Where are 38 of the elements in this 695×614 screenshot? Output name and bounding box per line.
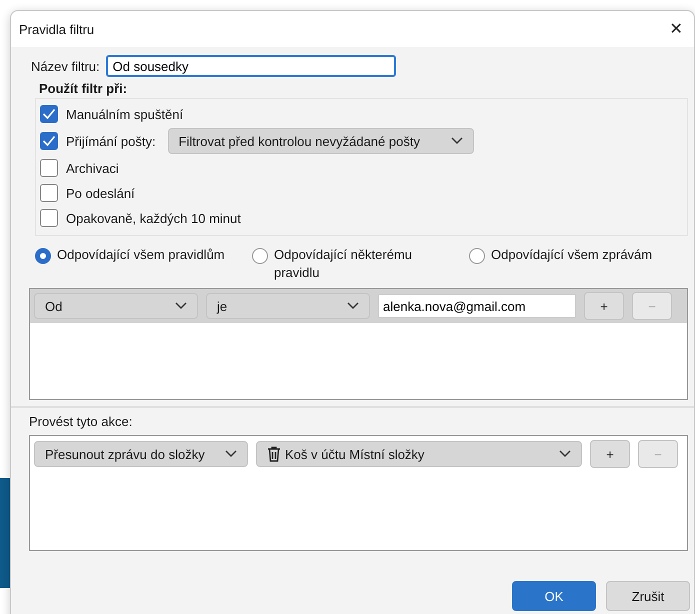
radio-button[interactable] [469, 248, 485, 264]
checkbox[interactable] [40, 159, 58, 177]
filter-name-field[interactable]: Od sousedky [106, 55, 396, 77]
field-dropdown[interactable]: Od [34, 293, 198, 319]
chevron-icon [559, 450, 571, 458]
chevron-icon [347, 302, 359, 310]
radio-label: Odpovídající všem zprávám [491, 246, 654, 264]
value-field[interactable]: alenka.nova@gmail.com [378, 294, 576, 318]
operator-dropdown[interactable]: je [206, 293, 370, 319]
radio-label: Odpovídající některému pravidlu [274, 246, 414, 282]
add-button[interactable]: + [584, 292, 624, 320]
action-dropdown[interactable]: Přesunout zprávu do složky [34, 441, 248, 467]
timing-dropdown[interactable]: Filtrovat před kontrolou nevyžádané pošty [168, 128, 474, 154]
checkbox-label: Opakovaně, každých 10 minut [66, 210, 241, 226]
folder-dropdown[interactable]: Koš v účtu Místní složky [256, 441, 582, 467]
ok-button[interactable]: OK [512, 581, 596, 611]
radio-button[interactable] [252, 248, 268, 264]
radio-label: Odpovídající všem pravidlům [57, 246, 226, 264]
checkbox[interactable] [40, 184, 58, 202]
close-button[interactable]: ✕ [658, 13, 694, 45]
section-heading: Použít filtr při: [39, 81, 128, 96]
filter-name-label: Název filtru: [31, 58, 100, 74]
cancel-button[interactable]: Zrušit [606, 581, 690, 611]
chevron-icon [450, 137, 463, 145]
checkbox-label: Po odeslání [66, 186, 135, 200]
actions-label: Provést tyto akce: [29, 414, 134, 429]
chevron-icon [225, 450, 237, 458]
add-button[interactable]: + [590, 440, 630, 468]
checkbox-label: Manuálním spuštění [66, 106, 184, 122]
chevron-icon [175, 302, 187, 310]
window-title: Pravidla filtru [19, 22, 94, 36]
checkbox-label: Archivaci [66, 160, 119, 176]
trash-icon [267, 446, 281, 462]
checkbox[interactable] [40, 209, 58, 227]
checkbox-label: Přijímání pošty: [66, 134, 156, 148]
radio-button[interactable] [35, 248, 51, 264]
checkbox[interactable] [40, 105, 58, 123]
checkbox[interactable] [40, 132, 58, 150]
